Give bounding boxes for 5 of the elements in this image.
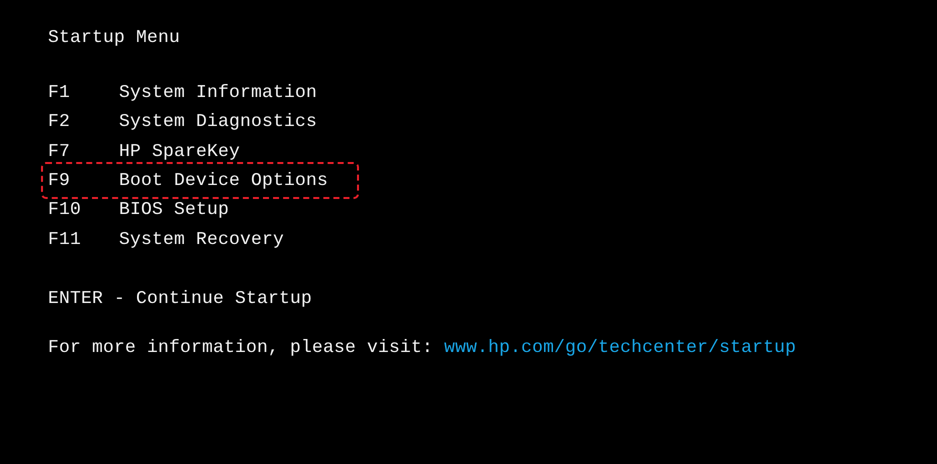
menu-title: Startup Menu — [48, 27, 180, 50]
continue-hint: ENTER - Continue Startup — [48, 288, 312, 312]
menu-option[interactable]: F9 Boot Device Options — [41, 162, 359, 200]
info-line: For more information, please visit: www.hp.com/go/techcenter/startup — [48, 337, 796, 360]
techcenter-link[interactable]: www.hp.com/go/techcenter/startup — [444, 338, 796, 358]
